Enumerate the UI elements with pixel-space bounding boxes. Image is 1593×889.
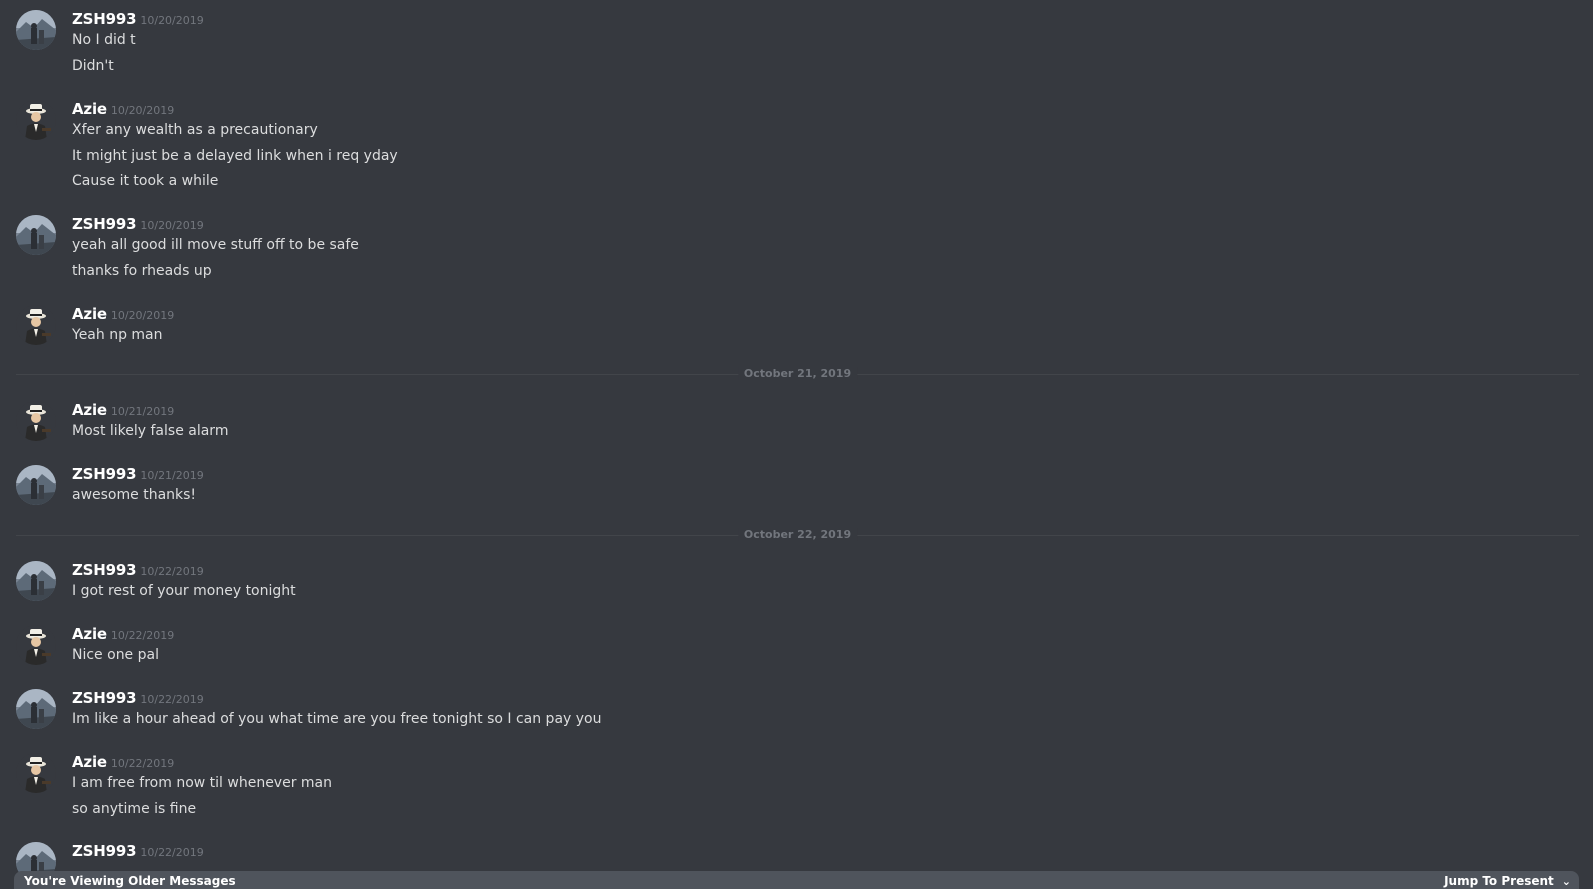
- timestamp: 10/21/2019: [110, 405, 175, 418]
- timestamp: 10/22/2019: [140, 846, 204, 859]
- username[interactable]: ZSH993: [72, 465, 137, 483]
- message-group: Azie 10/22/2019 I am free from now til whe…: [0, 743, 1593, 826]
- timestamp: 10/22/2019: [110, 629, 175, 642]
- timestamp: 10/20/2019: [110, 309, 175, 322]
- timestamp: 10/22/2019: [110, 757, 175, 770]
- message-text: Cause it took a while: [72, 173, 219, 189]
- message-text: awesome thanks!: [72, 487, 197, 503]
- chevron-down-icon: ⌄: [1561, 875, 1571, 888]
- jump-to-present-label: Jump To Present: [1444, 874, 1554, 888]
- timestamp: 10/20/2019: [110, 104, 175, 117]
- message-header: ZSH993 10/20/2019: [72, 214, 204, 234]
- gangster-fedora-avatar[interactable]: [16, 100, 56, 140]
- username[interactable]: Azie: [72, 753, 107, 771]
- message-group: Azie 10/21/2019 Most likely false alarm: [0, 391, 1593, 449]
- message-header: ZSH993 10/22/2019: [72, 560, 204, 580]
- message-text: so anytime is fine: [72, 800, 197, 817]
- message-group: ZSH993 10/20/2019 yeah all good ill move s…: [0, 205, 1593, 288]
- username[interactable]: Azie: [72, 100, 107, 118]
- timestamp: 10/20/2019: [140, 219, 204, 232]
- username[interactable]: Azie: [72, 625, 107, 643]
- message-text: Xfer any wealth as a precautionary: [72, 122, 318, 138]
- mountain-scene-avatar[interactable]: [16, 689, 56, 729]
- message-header: Azie 10/21/2019: [72, 400, 174, 420]
- mountain-scene-avatar[interactable]: [16, 561, 56, 601]
- message-text: I got rest of your money tonight: [72, 583, 296, 599]
- date-divider-label: October 21, 2019: [737, 367, 858, 380]
- timestamp: 10/20/2019: [140, 14, 204, 27]
- username[interactable]: ZSH993: [72, 561, 137, 579]
- message-group: Azie 10/20/2019 Xfer any wealth as a preca…: [0, 90, 1593, 199]
- message-group: Azie 10/22/2019 Nice one pal: [0, 615, 1593, 673]
- jump-to-present-button[interactable]: Jump To Present ⌄: [1444, 874, 1571, 888]
- message-header: ZSH993 10/20/2019: [72, 9, 204, 29]
- older-messages-banner: You're Viewing Older Messages Jump To Pr…: [14, 871, 1579, 889]
- message-text: No I did t: [72, 32, 136, 48]
- message-text: It might just be a delayed link when i r…: [72, 147, 398, 164]
- message-text: thanks fo rheads up: [72, 262, 212, 279]
- message-header: ZSH993 10/22/2019: [72, 841, 204, 861]
- username[interactable]: ZSH993: [72, 10, 137, 28]
- date-divider: October 21, 2019: [16, 367, 1579, 380]
- message-text: Yeah np man: [72, 327, 163, 343]
- message-group: Azie 10/20/2019 Yeah np man: [0, 295, 1593, 353]
- message-header: Azie 10/20/2019: [72, 304, 174, 324]
- mountain-scene-avatar[interactable]: [16, 10, 56, 50]
- gangster-fedora-avatar[interactable]: [16, 753, 56, 793]
- message-header: Azie 10/22/2019: [72, 624, 174, 644]
- gangster-fedora-avatar[interactable]: [16, 305, 56, 345]
- username[interactable]: Azie: [72, 401, 107, 419]
- username[interactable]: ZSH993: [72, 689, 137, 707]
- timestamp: 10/21/2019: [140, 469, 204, 482]
- message-text: Im like a hour ahead of you what time ar…: [72, 711, 602, 727]
- message-header: ZSH993 10/21/2019: [72, 464, 204, 484]
- message-text: I am free from now til whenever man: [72, 775, 333, 791]
- date-divider-label: October 22, 2019: [737, 528, 858, 541]
- message-group: ZSH993 10/22/2019 Im like a hour ahead of …: [0, 679, 1593, 737]
- gangster-fedora-avatar[interactable]: [16, 401, 56, 441]
- date-divider: October 22, 2019: [16, 528, 1579, 541]
- message-group: ZSH993 10/20/2019 No I did t Didn't: [0, 0, 1593, 83]
- message-group: ZSH993 10/21/2019 awesome thanks!: [0, 455, 1593, 513]
- username[interactable]: Azie: [72, 305, 107, 323]
- message-text: Most likely false alarm: [72, 423, 229, 439]
- message-group: ZSH993 10/22/2019 I got rest of your money…: [0, 551, 1593, 609]
- message-text: yeah all good ill move stuff off to be s…: [72, 237, 359, 253]
- gangster-fedora-avatar[interactable]: [16, 625, 56, 665]
- timestamp: 10/22/2019: [140, 565, 204, 578]
- mountain-scene-avatar[interactable]: [16, 215, 56, 255]
- username[interactable]: ZSH993: [72, 842, 137, 860]
- mountain-scene-avatar[interactable]: [16, 465, 56, 505]
- message-header: Azie 10/20/2019: [72, 99, 174, 119]
- message-header: ZSH993 10/22/2019: [72, 688, 204, 708]
- username[interactable]: ZSH993: [72, 215, 137, 233]
- timestamp: 10/22/2019: [140, 693, 204, 706]
- message-list[interactable]: ZSH993 10/20/2019 No I did t Didn't Azie 10/2…: [0, 0, 1593, 889]
- message-text: Nice one pal: [72, 647, 159, 663]
- older-messages-text: You're Viewing Older Messages: [24, 874, 236, 888]
- message-text: Didn't: [72, 57, 114, 74]
- message-header: Azie 10/22/2019: [72, 752, 174, 772]
